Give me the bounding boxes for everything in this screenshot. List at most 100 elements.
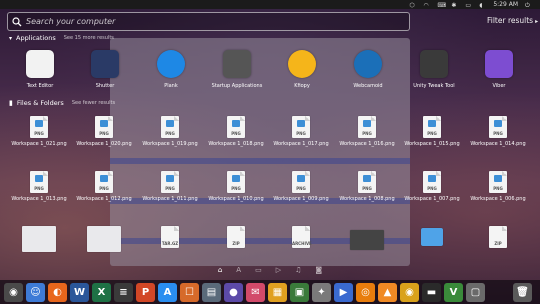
file-item[interactable]: PNG Workspace 1_018.png: [205, 116, 267, 147]
apps-lens-icon[interactable]: A: [236, 266, 241, 274]
file-item[interactable]: PNG Workspace 1_013.png: [8, 171, 70, 202]
app-launcher[interactable]: Shutter: [75, 49, 135, 89]
notes-icon[interactable]: ▣: [290, 282, 309, 302]
file-extension: TAR.GZ: [161, 241, 179, 246]
bluetooth-icon[interactable]: ✱: [451, 2, 458, 9]
clapper-icon[interactable]: ▦: [268, 282, 287, 302]
file-extension: PNG: [427, 186, 437, 191]
home-lens-icon[interactable]: ⌂: [218, 266, 222, 274]
file-item[interactable]: ARCHIVE: [270, 226, 332, 251]
space-icon[interactable]: ●: [224, 282, 243, 302]
vlc-icon[interactable]: ▲: [378, 282, 397, 302]
sound-icon[interactable]: ◖: [479, 2, 486, 9]
ubuntu-settings-icon[interactable]: ◉: [4, 282, 23, 302]
file-icon: ARCHIVE: [292, 226, 312, 248]
app-launcher[interactable]: Startup Applications: [207, 49, 267, 89]
file-item[interactable]: [73, 226, 135, 255]
file-label: Workspace 1_008.png: [339, 196, 395, 202]
search-input[interactable]: [26, 17, 386, 26]
powerpoint-icon[interactable]: P: [136, 282, 155, 302]
file-icon: [87, 226, 121, 252]
firefox-icon[interactable]: ◐: [48, 282, 67, 302]
excel-icon[interactable]: X: [92, 282, 111, 302]
see-fewer-results-link[interactable]: See fewer results: [72, 100, 115, 106]
file-extension: PNG: [34, 131, 44, 136]
search-box[interactable]: [7, 12, 410, 31]
file-item[interactable]: PNG Workspace 1_008.png: [336, 171, 398, 202]
file-item[interactable]: PNG Workspace 1_019.png: [139, 116, 201, 147]
file-item[interactable]: TAR.GZ: [139, 226, 201, 251]
terminal-icon[interactable]: ▬: [422, 282, 441, 302]
file-item[interactable]: PNG Workspace 1_021.png: [8, 116, 70, 147]
app-label: Plank: [164, 83, 178, 89]
chevron-right-icon: ▸: [535, 18, 539, 25]
file-item[interactable]: PNG Workspace 1_015.png: [401, 116, 463, 147]
file-item[interactable]: [8, 226, 70, 255]
mail-icon[interactable]: ✉: [246, 282, 265, 302]
vim-icon[interactable]: V: [444, 282, 463, 302]
chrome-icon[interactable]: ◉: [400, 282, 419, 302]
video-editor-icon[interactable]: ▶: [334, 282, 353, 302]
files-icon[interactable]: ▤: [202, 282, 221, 302]
compass-icon[interactable]: ✦: [312, 282, 331, 302]
file-item[interactable]: PNG Workspace 1_009.png: [270, 171, 332, 202]
file-extension: ARCHIVE: [292, 241, 312, 246]
screenshot-icon[interactable]: ▢: [466, 282, 485, 302]
file-item[interactable]: ZIP: [467, 226, 529, 251]
image-glyph: [232, 175, 240, 182]
files-lens-icon[interactable]: ▭: [255, 266, 262, 274]
app-launcher[interactable]: Text Editor: [10, 49, 70, 89]
clock[interactable]: 5:29 AM: [493, 1, 518, 8]
file-icon: PNG: [423, 171, 441, 193]
file-item[interactable]: PNG Workspace 1_017.png: [270, 116, 332, 147]
file-item[interactable]: PNG Workspace 1_014.png: [467, 116, 529, 147]
app-launcher[interactable]: Unity Tweak Tool: [404, 49, 464, 89]
applications-header[interactable]: ▾ Applications See 15 more results: [9, 34, 114, 42]
app-label: Text Editor: [26, 83, 54, 89]
file-item[interactable]: ZIP: [205, 226, 267, 251]
file-item[interactable]: PNG Workspace 1_020.png: [73, 116, 135, 147]
wps-icon[interactable]: ≡: [114, 282, 133, 302]
file-icon: PNG: [227, 116, 245, 138]
app-launcher[interactable]: Kfiopy: [272, 49, 332, 89]
file-item[interactable]: [336, 226, 398, 253]
app-launcher[interactable]: Webcamoid: [338, 49, 398, 89]
files-folders-header[interactable]: ▮ Files & Folders See fewer results: [9, 99, 115, 107]
music-lens-icon[interactable]: ♫: [295, 266, 301, 274]
file-item[interactable]: PNG Workspace 1_010.png: [205, 171, 267, 202]
power-icon[interactable]: ⏻: [525, 2, 532, 9]
finder-icon[interactable]: ☺: [26, 282, 45, 302]
app-launcher[interactable]: Plank: [141, 49, 201, 89]
filter-results-label: Filter results: [487, 16, 534, 25]
file-item[interactable]: [401, 226, 463, 249]
file-extension: PNG: [99, 186, 109, 191]
file-extension: PNG: [427, 131, 437, 136]
file-icon: PNG: [292, 116, 310, 138]
wifi-icon[interactable]: ◠: [423, 2, 430, 9]
dropbox-icon[interactable]: ⬡: [409, 2, 416, 9]
photo-lens-icon[interactable]: ◙: [315, 266, 322, 274]
image-glyph: [232, 120, 240, 127]
file-extension: PNG: [296, 186, 306, 191]
app-launcher[interactable]: Viber: [469, 49, 529, 89]
video-lens-icon[interactable]: ▷: [276, 266, 281, 274]
image-glyph: [297, 120, 305, 127]
file-item[interactable]: PNG Workspace 1_007.png: [401, 171, 463, 202]
filter-results-button[interactable]: Filter results ▸: [487, 16, 538, 25]
file-extension: ZIP: [494, 241, 502, 246]
keyboard-icon[interactable]: ⌨: [437, 2, 446, 9]
files-folders-title: Files & Folders: [16, 99, 64, 107]
battery-icon[interactable]: ▭: [465, 2, 472, 9]
blender-icon[interactable]: ◎: [356, 282, 375, 302]
file-item[interactable]: PNG Workspace 1_006.png: [467, 171, 529, 202]
see-more-results-link[interactable]: See 15 more results: [64, 35, 114, 41]
file-item[interactable]: PNG Workspace 1_011.png: [139, 171, 201, 202]
software-center-icon[interactable]: ☐: [180, 282, 199, 302]
trash-icon[interactable]: 🗑: [513, 283, 532, 302]
file-extension: PNG: [231, 131, 241, 136]
file-icon: ZIP: [489, 226, 507, 248]
word-icon[interactable]: W: [70, 282, 89, 302]
app-store-icon[interactable]: A: [158, 282, 177, 302]
file-item[interactable]: PNG Workspace 1_016.png: [336, 116, 398, 147]
file-item[interactable]: PNG Workspace 1_012.png: [73, 171, 135, 202]
